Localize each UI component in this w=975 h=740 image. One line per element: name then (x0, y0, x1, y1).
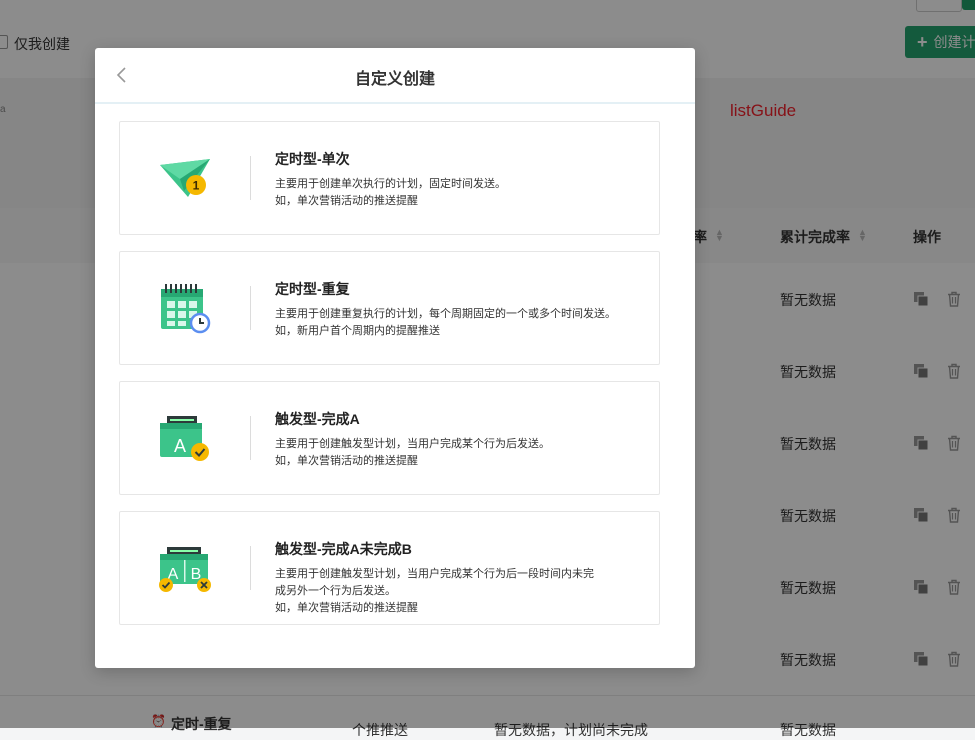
card-divider (250, 286, 251, 330)
card-title: 定时型-单次 (275, 151, 350, 167)
card-divider (250, 546, 251, 590)
card-description: 主要用于创建触发型计划，当用户完成某个行为后一段时间内未完 成另外一个行为后发送… (275, 568, 594, 614)
card-title: 触发型-完成A (275, 411, 360, 427)
card-description: 主要用于创建触发型计划，当用户完成某个行为后发送。 如，单次营销活动的推送提醒 (275, 438, 550, 467)
modal-title: 自定义创建 (354, 71, 435, 88)
custom-create-modal: 自定义创建 1 定时型-单次 主要用于创建单次执行的计划，固定时间发送。 如，单… (95, 48, 695, 668)
folder-ab-icon: A B (159, 547, 211, 592)
svg-text:A: A (174, 436, 186, 456)
calendar-clock-icon (161, 284, 211, 334)
paper-plane-icon: 1 (160, 159, 210, 197)
card-title: 定时型-重复 (275, 281, 350, 297)
card-divider (250, 156, 251, 200)
plan-type-card-timed-repeat[interactable]: 定时型-重复 主要用于创建重复执行的计划，每个周期固定的一个或多个时间发送。 如… (119, 251, 660, 365)
svg-text:1: 1 (193, 179, 200, 193)
card-description: 主要用于创建重复执行的计划，每个周期固定的一个或多个时间发送。 如，新用户首个周… (275, 308, 616, 337)
modal-header: 自定义创建 (95, 48, 695, 104)
card-title: 触发型-完成A未完成B (275, 541, 412, 557)
plan-type-card-trigger-a[interactable]: A 触发型-完成A 主要用于创建触发型计划，当用户完成某个行为后发送。 如，单次… (119, 381, 660, 495)
card-divider (250, 416, 251, 460)
plan-type-card-trigger-a-not-b[interactable]: A B 触发型-完成A未完成B 主要用于创建触发型计划，当用户完成某个行为后一段… (119, 511, 660, 625)
card-description: 主要用于创建单次执行的计划，固定时间发送。 如，单次营销活动的推送提醒 (275, 178, 506, 207)
plan-type-card-timed-once[interactable]: 1 定时型-单次 主要用于创建单次执行的计划，固定时间发送。 如，单次营销活动的… (119, 121, 660, 235)
folder-check-icon: A (160, 416, 209, 461)
